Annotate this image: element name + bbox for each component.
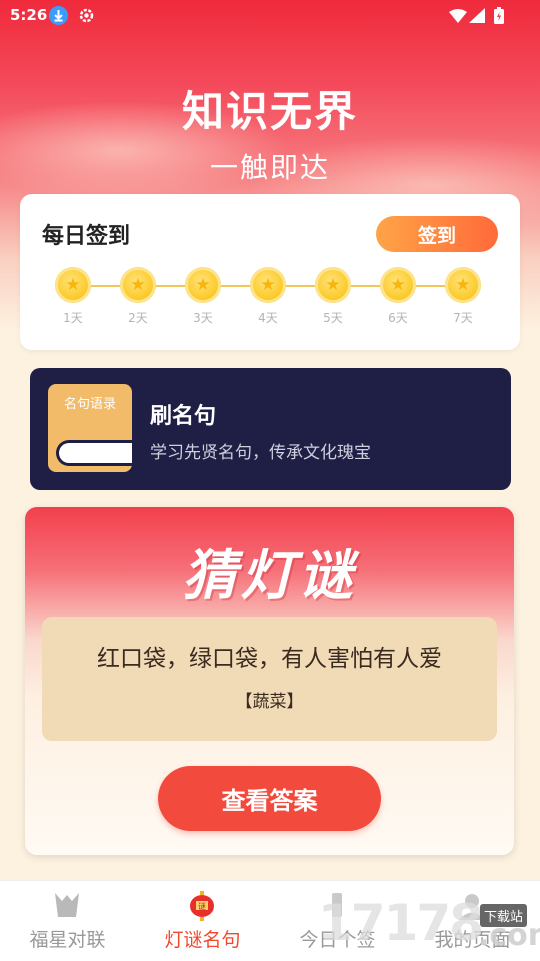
- coin-star-icon: ★: [120, 267, 156, 303]
- signin-day: ★ 2天: [118, 267, 158, 326]
- gear-icon: [78, 7, 95, 28]
- famous-quotes-card[interactable]: 名句语录 刷名句 学习先贤名句，传承文化瑰宝: [30, 368, 511, 490]
- scroll-icon: [50, 891, 84, 921]
- coin-star-icon: ★: [250, 267, 286, 303]
- wifi-icon: [449, 8, 467, 27]
- battery-icon: [494, 7, 504, 28]
- view-answer-button[interactable]: 查看答案: [158, 766, 381, 831]
- riddle-header: 猜灯谜: [182, 543, 357, 607]
- signin-day: ★ 3天: [183, 267, 223, 326]
- riddle-answer: 【蔬菜】: [235, 692, 304, 712]
- daily-signin-card: 每日签到 签到 ★ 1天 ★ 2天 ★ 3天 ★ 4天 ★ 5天 ★ 6天 ★ 7天: [20, 194, 520, 350]
- day-label: 6天: [388, 311, 408, 325]
- tab-label: 福星对联: [29, 929, 106, 951]
- lantern-icon: 谜: [185, 891, 219, 921]
- signin-day: ★ 5天: [313, 267, 353, 326]
- signin-day: ★ 6天: [378, 267, 418, 326]
- coin-star-icon: ★: [380, 267, 416, 303]
- tab-riddles-quotes[interactable]: 谜 灯谜名句: [135, 881, 270, 961]
- book-label: 名句语录: [63, 397, 116, 412]
- watermark-number: 17178: [318, 894, 484, 952]
- signin-title: 每日签到: [42, 224, 131, 249]
- riddle-box: 红口袋，绿口袋，有人害怕有人爱 【蔬菜】: [42, 617, 497, 741]
- day-label: 3天: [193, 311, 213, 325]
- book-icon: 名句语录: [48, 384, 132, 472]
- day-label: 4天: [258, 311, 278, 325]
- status-bar: 5:26: [0, 0, 540, 32]
- book-pages: [56, 440, 132, 466]
- tab-label: 灯谜名句: [164, 929, 241, 951]
- signin-day: ★ 4天: [248, 267, 288, 326]
- watermark-suffix: .com: [478, 918, 540, 953]
- coin-star-icon: ★: [185, 267, 221, 303]
- coin-star-icon: ★: [315, 267, 351, 303]
- hero-subtitle: 一触即达: [209, 151, 330, 184]
- day-label: 5天: [323, 311, 343, 325]
- download-icon: [49, 6, 68, 25]
- quote-card-description: 学习先贤名句，传承文化瑰宝: [150, 443, 371, 463]
- signal-icon: [469, 8, 485, 27]
- signin-button[interactable]: 签到: [376, 216, 498, 252]
- day-label: 2天: [128, 311, 148, 325]
- signin-day: ★ 1天: [53, 267, 93, 326]
- day-label: 7天: [453, 311, 473, 325]
- watermark-logo: 17178 下载站 .com: [318, 892, 540, 960]
- coin-star-icon: ★: [55, 267, 91, 303]
- riddle-question: 红口袋，绿口袋，有人害怕有人爱: [97, 646, 442, 672]
- signin-day: ★ 7天: [443, 267, 483, 326]
- lantern-riddle-card: 猜灯谜 红口袋，绿口袋，有人害怕有人爱 【蔬菜】 查看答案: [25, 507, 514, 855]
- coin-star-icon: ★: [445, 267, 481, 303]
- hero-title: 知识无界: [181, 87, 358, 136]
- day-label: 1天: [63, 311, 83, 325]
- svg-text:谜: 谜: [198, 901, 206, 911]
- tab-couplets[interactable]: 福星对联: [0, 881, 135, 961]
- status-time: 5:26: [10, 6, 48, 24]
- quote-card-title: 刷名句: [150, 404, 217, 429]
